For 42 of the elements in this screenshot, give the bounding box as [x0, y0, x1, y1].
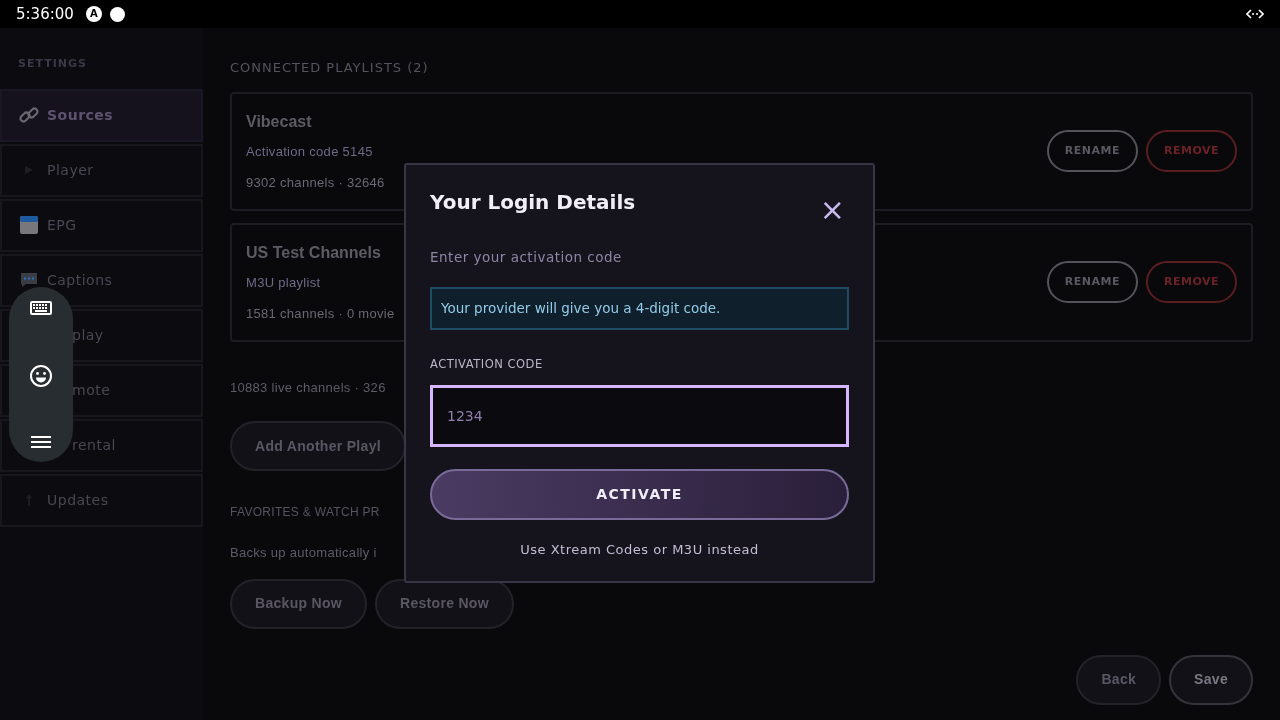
rename-button[interactable]: RENAME [1046, 261, 1138, 303]
sidebar-item[interactable]: Player [0, 143, 203, 197]
sidebar-item[interactable]: Updates [0, 473, 203, 527]
back-button[interactable]: Back [1076, 654, 1162, 705]
playlist-stats: 9302 channels · 32646 [246, 174, 385, 192]
field-label: ACTIVATION CODE [430, 355, 544, 373]
playlist-subtitle: M3U playlist [246, 273, 321, 292]
sidebar-item[interactable]: EPG [0, 198, 203, 252]
keyboard-icon [29, 299, 53, 317]
status-badge: A [85, 6, 102, 22]
close-button[interactable]: × [815, 195, 849, 225]
link-icon [19, 105, 39, 125]
section-heading: FAVORITES & WATCH PR [230, 504, 380, 521]
add-playlist-button[interactable]: Add Another Playl [230, 421, 406, 471]
activate-button[interactable]: ACTIVATE [430, 468, 849, 520]
section-heading: CONNECTED PLAYLISTS (2) [230, 59, 429, 77]
description-text: Backs up automatically i [230, 544, 377, 562]
info-message: Your provider will give you a 4-digit code. [430, 287, 849, 330]
calendar-icon [20, 216, 38, 234]
restore-button[interactable]: Restore Now [375, 578, 514, 629]
alternate-link[interactable]: Use Xtream Codes or M3U instead [520, 541, 759, 557]
sidebar-item[interactable]: Sources [0, 88, 203, 142]
chat-icon [20, 272, 38, 288]
rename-button[interactable]: RENAME [1046, 130, 1138, 172]
remove-button[interactable]: REMOVE [1146, 261, 1237, 303]
playlist-subtitle: Activation code 5145 [246, 142, 373, 161]
clock-time: 5:36:00 [16, 3, 74, 25]
playlist-stats: 1581 channels · 0 movie [246, 305, 395, 323]
dialog-title: Your Login Details [430, 189, 637, 216]
remove-button[interactable]: REMOVE [1146, 130, 1237, 172]
sidebar-heading: SETTINGS [17, 56, 88, 72]
code-input-field[interactable]: 1234 [430, 384, 849, 447]
playlist-name: Vibecast [246, 111, 312, 132]
summary-text: 10883 live channels · 326 [230, 378, 386, 397]
save-button[interactable]: Save [1169, 654, 1253, 705]
emoji-icon [29, 363, 53, 388]
resize-icon [1246, 8, 1264, 21]
playlist-name: US Test Channels [246, 242, 381, 263]
prompt-text: Enter your activation code [430, 248, 623, 267]
dot-icon [109, 6, 125, 22]
menu-icon [30, 434, 52, 450]
backup-button[interactable]: Backup Now [230, 578, 367, 629]
